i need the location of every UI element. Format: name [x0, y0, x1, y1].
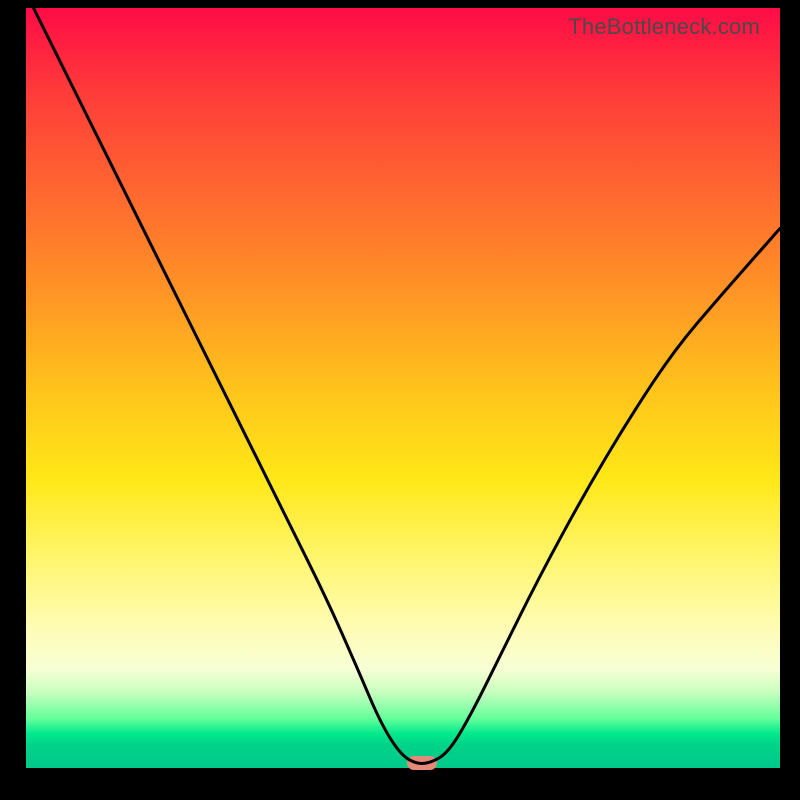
bottleneck-curve: [26, 8, 780, 768]
watermark-text: TheBottleneck.com: [568, 14, 760, 40]
chart-frame: TheBottleneck.com: [0, 0, 800, 800]
plot-area: TheBottleneck.com: [26, 8, 780, 768]
curve-path: [34, 8, 780, 763]
